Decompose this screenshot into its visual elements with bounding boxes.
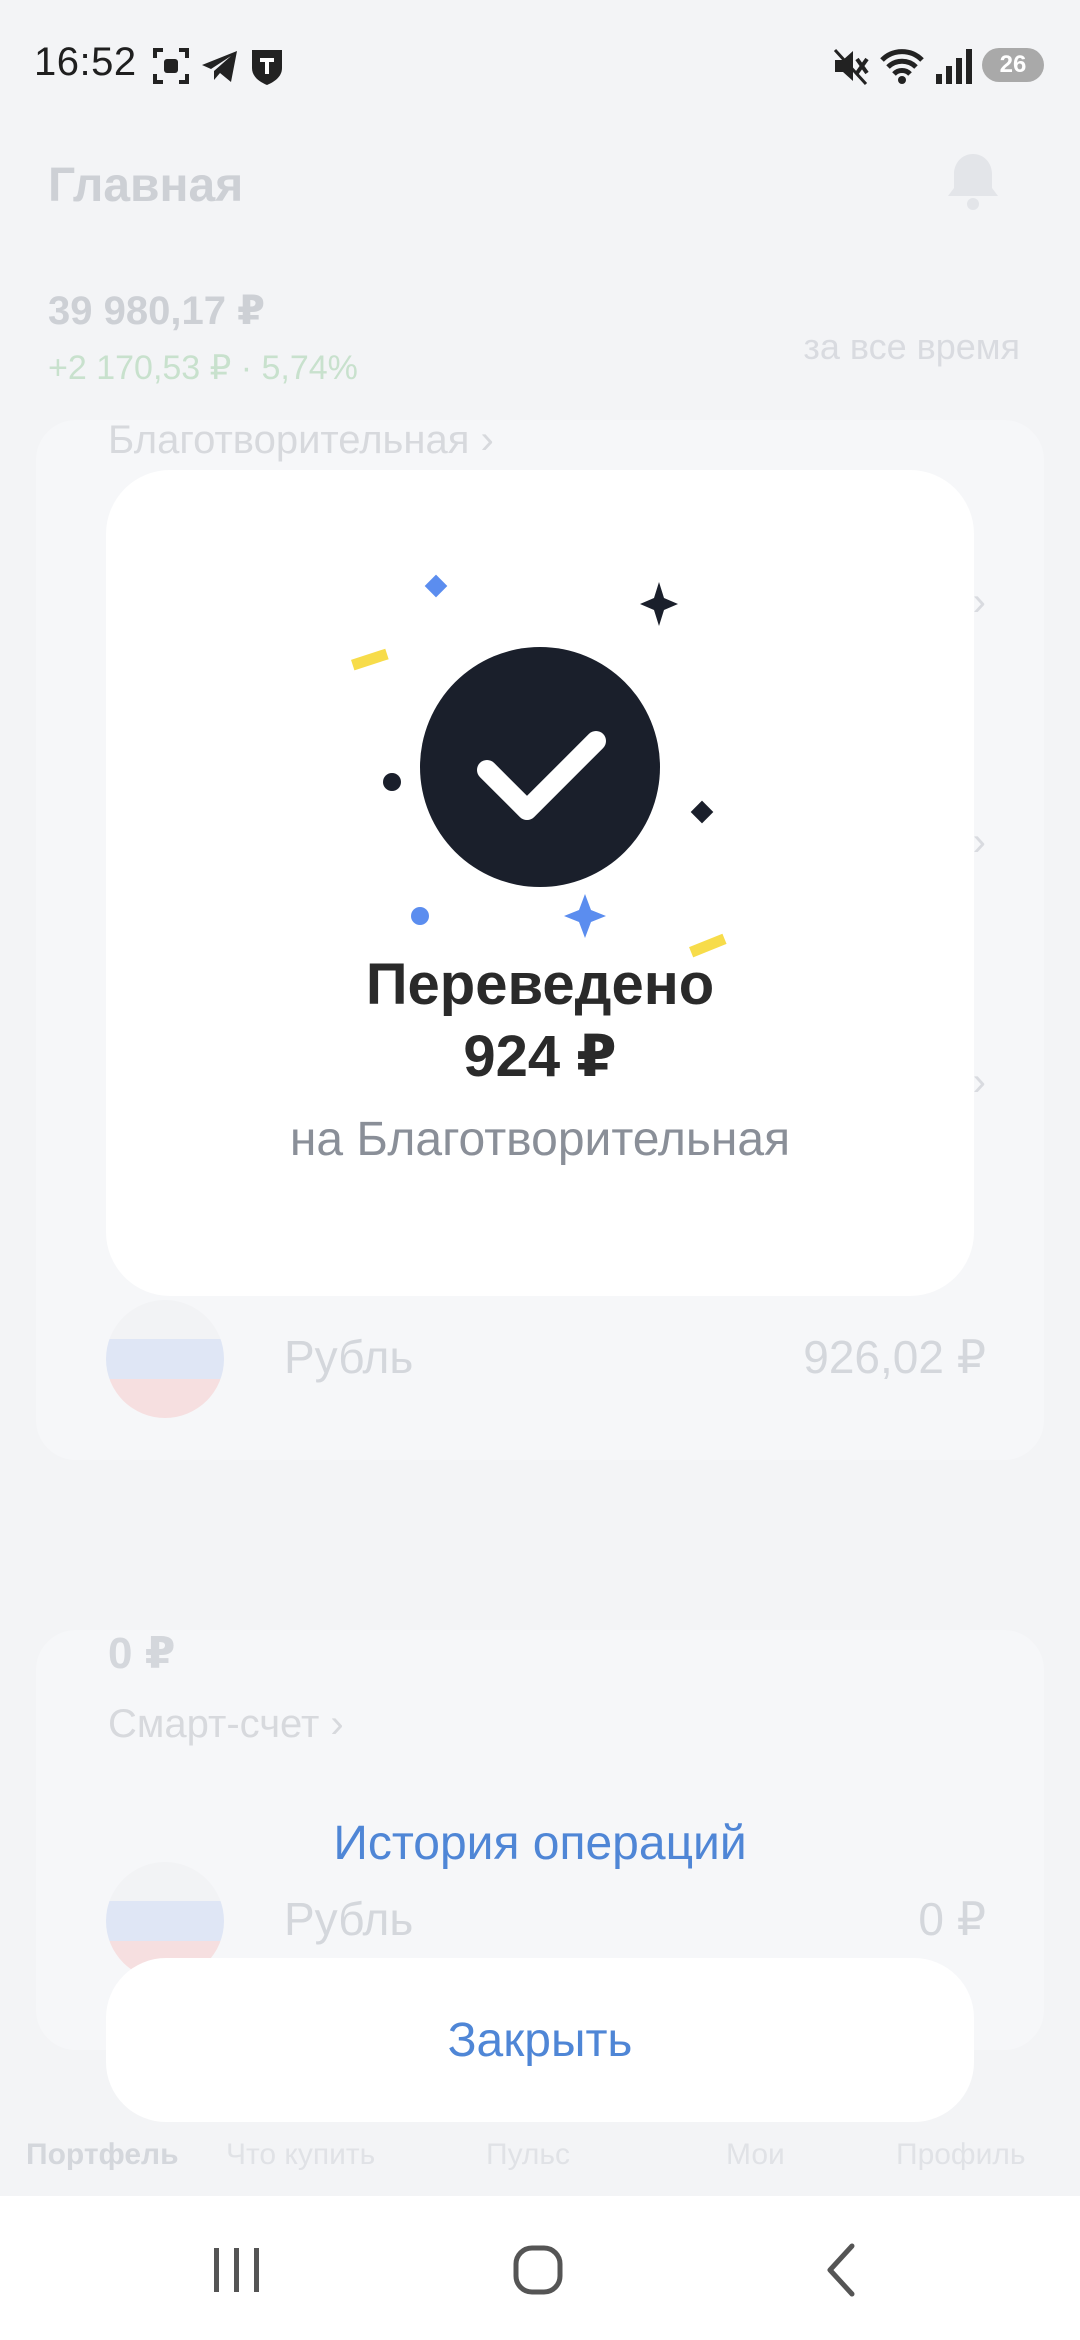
portfolio-balance: 39 980,17 ₽ xyxy=(48,289,265,333)
confetti-star-dark xyxy=(640,582,678,626)
chevron-right-icon: › xyxy=(972,580,986,624)
back-icon[interactable] xyxy=(782,2232,902,2308)
account-balance-smart: 0 ₽ xyxy=(108,1629,176,1678)
success-dialog: Переведено 924 ₽ на Благотворительная xyxy=(106,470,974,1296)
system-navigation-bar xyxy=(0,2196,1080,2340)
account-name-charity[interactable]: Благотворительная › xyxy=(108,418,494,463)
wifi-icon xyxy=(880,49,924,84)
currency-name: Рубль xyxy=(284,1893,414,1945)
tab-pulse[interactable]: Пульс xyxy=(486,2138,570,2172)
currency-name: Рубль xyxy=(284,1331,414,1383)
currency-amount: 926,02 ₽ xyxy=(803,1331,986,1383)
account-name-smart[interactable]: Смарт-счет › xyxy=(108,1702,344,1747)
confetti-dot-blue xyxy=(411,907,429,925)
success-illustration xyxy=(351,574,727,958)
success-check-icon xyxy=(420,647,660,887)
signal-icon xyxy=(936,49,972,84)
transfer-amount: 924 ₽ xyxy=(463,1024,617,1089)
close-button[interactable]: Закрыть xyxy=(106,1958,974,2122)
chevron-right-icon: › xyxy=(972,820,986,864)
tab-portfolio[interactable]: Портфель xyxy=(26,2138,179,2172)
confetti-stripe-yellow xyxy=(351,648,389,671)
confetti-star-blue xyxy=(564,894,606,938)
tab-what-to-buy[interactable]: Что купить xyxy=(226,2138,375,2172)
tab-mine[interactable]: Мои xyxy=(726,2138,785,2172)
status-time: 16:52 xyxy=(34,40,137,84)
tbank-icon xyxy=(252,50,282,85)
operations-history-link[interactable]: История операций xyxy=(0,1816,1080,1871)
status-bar: 16:52 26 xyxy=(0,0,1080,130)
bottom-tab-bar: Портфель Что купить Пульс Мои Профиль xyxy=(0,2120,1080,2200)
page-title: Главная xyxy=(48,159,244,212)
tab-profile[interactable]: Профиль xyxy=(896,2138,1026,2172)
recent-apps-icon[interactable] xyxy=(176,2232,296,2308)
telegram-icon xyxy=(202,51,237,82)
bell-icon xyxy=(948,154,998,210)
confetti-diamond-dark xyxy=(690,800,714,824)
russia-flag-icon xyxy=(106,1300,224,1418)
confetti-diamond-blue xyxy=(424,574,448,598)
battery-icon: 26 xyxy=(982,48,1044,82)
chevron-right-icon: › xyxy=(972,1060,986,1104)
mute-icon xyxy=(833,48,869,86)
currency-amount: 0 ₽ xyxy=(918,1893,986,1945)
period-selector[interactable]: за все время xyxy=(803,326,1020,368)
transfer-destination: на Благотворительная xyxy=(289,1113,791,1166)
portfolio-change: +2 170,53 ₽ · 5,74% xyxy=(48,349,358,387)
confetti-dot-dark xyxy=(383,773,401,791)
screenshot-icon xyxy=(153,48,189,84)
dialog-title: Переведено xyxy=(365,952,715,1017)
home-icon[interactable] xyxy=(478,2232,598,2308)
